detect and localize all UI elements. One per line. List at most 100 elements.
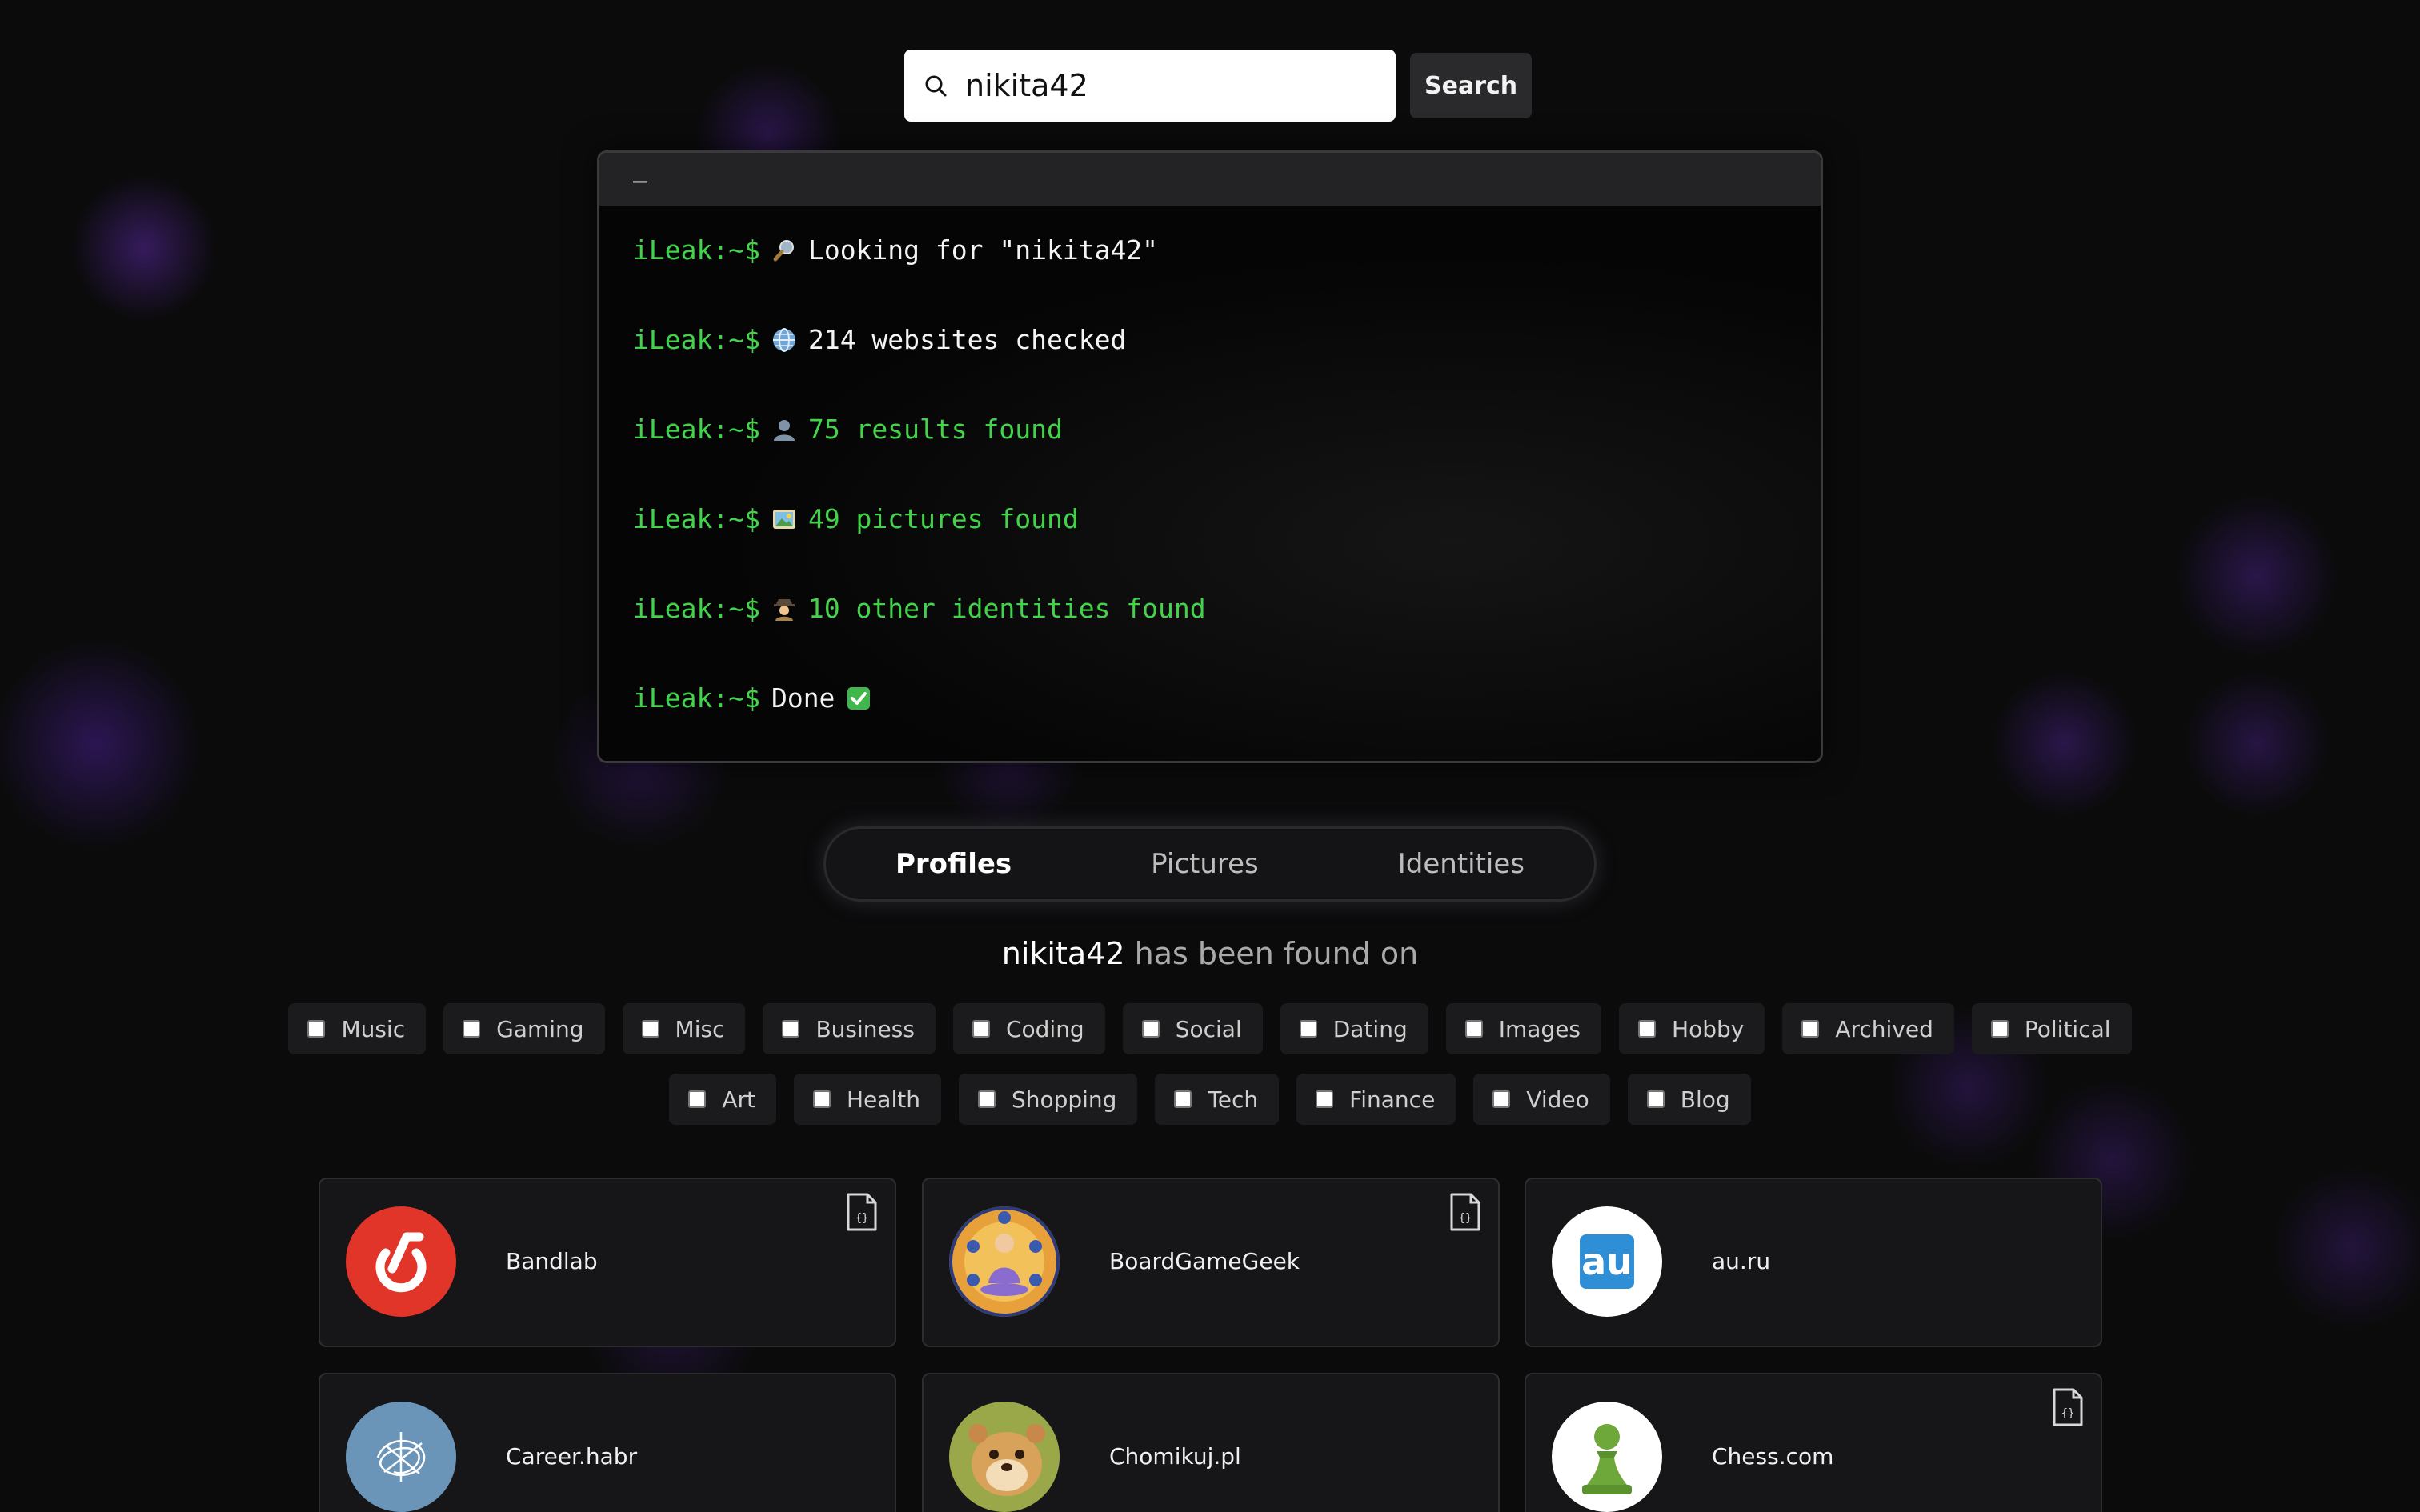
filter-checkbox[interactable] <box>307 1020 326 1038</box>
terminal-text: 214 websites checked <box>807 324 1127 355</box>
filter-dating[interactable]: Dating <box>1280 1003 1428 1054</box>
filter-label: Art <box>722 1086 755 1113</box>
filter-checkbox[interactable] <box>1638 1020 1657 1038</box>
filter-label: Shopping <box>1011 1086 1117 1113</box>
filter-art[interactable]: Art <box>669 1074 776 1125</box>
terminal-title-bar: – <box>599 153 1821 206</box>
terminal-text: 49 pictures found <box>807 503 1079 534</box>
result-tabs: Profiles Pictures Identities <box>826 829 1594 899</box>
magnifier-icon <box>773 240 794 262</box>
json-file-icon[interactable]: {} <box>1448 1192 1482 1232</box>
terminal-text: 75 results found <box>807 414 1063 445</box>
filter-checkbox[interactable] <box>688 1090 707 1108</box>
terminal-prompt: iLeak:~$ <box>633 593 760 624</box>
terminal-line: iLeak:~$ Done <box>633 682 1821 714</box>
filter-label: Social <box>1175 1015 1242 1042</box>
profile-card[interactable]: Career.habr <box>319 1373 896 1512</box>
filter-checkbox[interactable] <box>1316 1090 1334 1108</box>
filter-checkbox[interactable] <box>813 1090 831 1108</box>
json-file-icon[interactable]: {} <box>2051 1387 2085 1427</box>
bandlab-logo <box>346 1206 456 1317</box>
filter-checkbox[interactable] <box>782 1020 800 1038</box>
page: Search – iLeak:~$ Looking for "nikita42"… <box>0 0 2420 1512</box>
filter-label: Political <box>2024 1015 2111 1042</box>
filter-health[interactable]: Health <box>794 1074 941 1125</box>
filter-label: Misc <box>675 1015 725 1042</box>
meditation-avatar-icon <box>949 1206 1060 1317</box>
terminal-line: iLeak:~$ 214 websites checked <box>633 324 1821 356</box>
svg-text:{}: {} <box>2061 1407 2075 1420</box>
filter-label: Blog <box>1680 1086 1730 1113</box>
filter-shopping[interactable]: Shopping <box>958 1074 1138 1125</box>
json-file-icon[interactable]: {} <box>845 1192 879 1232</box>
profile-name: Bandlab <box>506 1248 598 1274</box>
chess-pawn-logo <box>1552 1402 1662 1512</box>
profile-card[interactable]: au au.ru <box>1525 1178 2102 1347</box>
search-bar: Search <box>904 50 1533 122</box>
terminal-line: iLeak:~$ 49 pictures found <box>633 503 1821 535</box>
terminal-prompt: iLeak:~$ <box>633 234 760 266</box>
profile-card[interactable]: Chess.com {} <box>1525 1373 2102 1512</box>
filter-checkbox[interactable] <box>1174 1090 1192 1108</box>
filter-label: Gaming <box>496 1015 584 1042</box>
filter-images[interactable]: Images <box>1445 1003 1602 1054</box>
search-field[interactable] <box>904 50 1396 122</box>
auru-logo: au <box>1552 1206 1662 1317</box>
filter-blog[interactable]: Blog <box>1627 1074 1751 1125</box>
category-filters-row-1: Music Gaming Misc Business Coding Social… <box>0 1003 2420 1054</box>
filter-checkbox[interactable] <box>641 1020 659 1038</box>
filter-checkbox[interactable] <box>1299 1020 1317 1038</box>
terminal-text: Looking for "nikita42" <box>807 234 1159 266</box>
scribble-avatar-icon <box>346 1402 456 1512</box>
filter-checkbox[interactable] <box>977 1090 996 1108</box>
filter-music[interactable]: Music <box>288 1003 427 1054</box>
detective-icon <box>773 599 795 621</box>
filter-political[interactable]: Political <box>1971 1003 2132 1054</box>
filter-checkbox[interactable] <box>463 1020 481 1038</box>
filter-tech[interactable]: Tech <box>1155 1074 1280 1125</box>
filter-checkbox[interactable] <box>1646 1090 1665 1108</box>
search-icon <box>925 75 947 97</box>
terminal-prompt: iLeak:~$ <box>633 414 760 445</box>
filter-label: Tech <box>1208 1086 1259 1113</box>
terminal-line: iLeak:~$ 10 other identities found <box>633 593 1821 625</box>
filter-social[interactable]: Social <box>1122 1003 1263 1054</box>
profile-card[interactable]: Bandlab {} <box>319 1178 896 1347</box>
filter-misc[interactable]: Misc <box>622 1003 746 1054</box>
filter-video[interactable]: Video <box>1473 1074 1610 1125</box>
profile-card[interactable]: BoardGameGeek {} <box>922 1178 1500 1347</box>
tab-identities[interactable]: Identities <box>1382 848 1541 880</box>
found-suffix: has been found on <box>1134 936 1419 971</box>
filter-hobby[interactable]: Hobby <box>1619 1003 1765 1054</box>
filter-archived[interactable]: Archived <box>1782 1003 1954 1054</box>
filter-checkbox[interactable] <box>1990 1020 2009 1038</box>
filter-label: Images <box>1498 1015 1581 1042</box>
filter-gaming[interactable]: Gaming <box>443 1003 605 1054</box>
profile-card[interactable]: Chomikuj.pl <box>922 1373 1500 1512</box>
terminal-minimize-button[interactable]: – <box>633 167 647 195</box>
filter-checkbox[interactable] <box>1492 1090 1511 1108</box>
search-input[interactable] <box>964 67 1383 104</box>
filter-checkbox[interactable] <box>1141 1020 1160 1038</box>
filter-label: Hobby <box>1672 1015 1745 1042</box>
terminal-window: – iLeak:~$ Looking for "nikita42" iLeak:… <box>597 150 1823 763</box>
tab-pictures[interactable]: Pictures <box>1135 848 1275 880</box>
filter-business[interactable]: Business <box>763 1003 936 1054</box>
search-button[interactable]: Search <box>1410 53 1533 118</box>
filter-label: Archived <box>1835 1015 1933 1042</box>
picture-icon <box>772 510 795 529</box>
filter-finance[interactable]: Finance <box>1296 1074 1456 1125</box>
filter-checkbox[interactable] <box>1801 1020 1820 1038</box>
terminal-line: iLeak:~$ Looking for "nikita42" <box>633 234 1821 266</box>
filter-label: Business <box>815 1015 915 1042</box>
tab-profiles[interactable]: Profiles <box>879 848 1028 880</box>
filter-checkbox[interactable] <box>1464 1020 1483 1038</box>
chomikuj-avatar <box>949 1402 1060 1512</box>
category-filters-row-2: Art Health Shopping Tech Finance Video B… <box>0 1074 2420 1125</box>
filter-coding[interactable]: Coding <box>952 1003 1105 1054</box>
terminal-prompt: iLeak:~$ <box>633 324 760 355</box>
filter-checkbox[interactable] <box>972 1020 990 1038</box>
filter-label: Finance <box>1349 1086 1436 1113</box>
profile-name: Career.habr <box>506 1443 638 1470</box>
boardgamegeek-avatar <box>949 1206 1060 1317</box>
